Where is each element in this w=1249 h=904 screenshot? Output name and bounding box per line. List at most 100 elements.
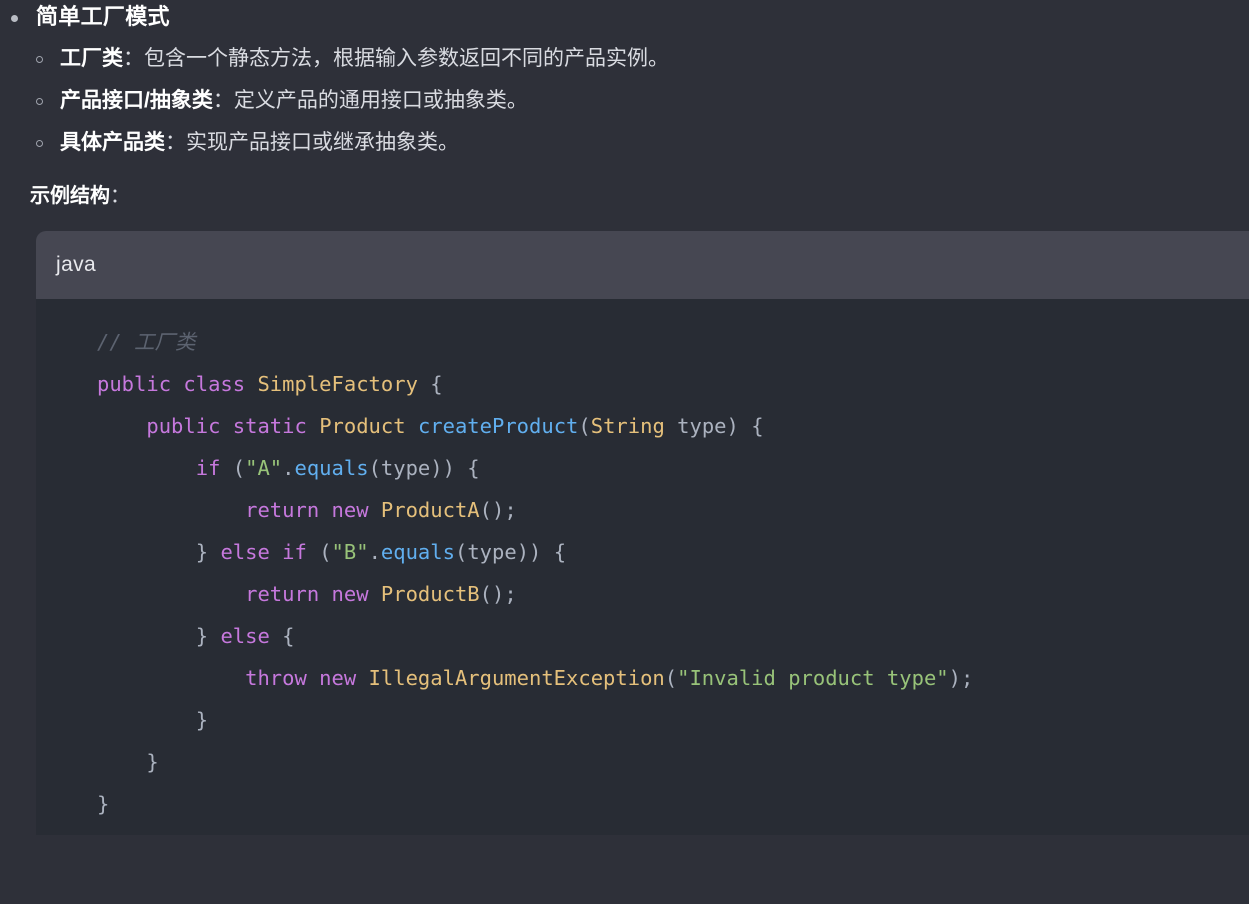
outline-level1-label: 简单工厂模式 xyxy=(36,4,170,29)
code-token-keyword: class xyxy=(183,372,246,396)
code-token-punct: } xyxy=(195,540,209,564)
code-line: public class SimpleFactory { xyxy=(97,372,443,396)
code-token-punct: (); xyxy=(479,582,517,606)
code-language-label: java xyxy=(56,253,97,276)
code-block-header: java xyxy=(36,231,1249,299)
code-token-punct: ( xyxy=(578,414,591,438)
code-line: return new ProductB(); xyxy=(97,582,517,606)
code-token-string: "Invalid product type" xyxy=(677,666,949,690)
code-token-func: createProduct xyxy=(417,414,579,438)
list-item: 具体产品类：实现产品接口或继承抽象类。 xyxy=(36,129,1249,157)
list-item-term: 产品接口/抽象类 xyxy=(60,89,213,112)
code-token-plain: type xyxy=(467,540,517,564)
code-content[interactable]: // 工厂类 public class SimpleFactory { publ… xyxy=(36,321,1249,825)
circle-bullet-icon xyxy=(36,56,43,63)
code-token-keyword: new xyxy=(331,582,369,606)
code-line: } xyxy=(97,708,208,732)
code-token-punct: ( xyxy=(454,540,468,564)
list-item: 产品接口/抽象类：定义产品的通用接口或抽象类。 xyxy=(36,87,1249,115)
code-token-class: ProductA xyxy=(380,498,480,522)
code-token-punct: } xyxy=(97,792,110,816)
list-item-description: 实现产品接口或继承抽象类。 xyxy=(186,131,459,154)
code-block-body: // 工厂类 public class SimpleFactory { publ… xyxy=(36,299,1249,835)
code-token-keyword: else xyxy=(220,540,270,564)
code-token-punct: { xyxy=(282,624,295,648)
code-token-punct: ( xyxy=(664,666,678,690)
code-token-method: equals xyxy=(380,540,455,564)
outline-level2-list: 工厂类：包含一个静态方法，根据输入参数返回不同的产品实例。 产品接口/抽象类：定… xyxy=(36,45,1249,157)
code-token-punct: ( xyxy=(319,540,332,564)
list-item-separator: ： xyxy=(212,89,234,112)
circle-bullet-icon xyxy=(36,98,43,105)
code-token-punct: ); xyxy=(948,666,974,690)
example-structure-separator: ： xyxy=(110,185,130,207)
example-structure-heading: 示例结构： xyxy=(30,183,1249,209)
code-token-punct: )) { xyxy=(430,456,480,480)
code-token-keyword: return xyxy=(245,582,320,606)
code-token-keyword: new xyxy=(319,666,357,690)
code-token-punct: ) { xyxy=(726,414,764,438)
code-token-punct: { xyxy=(430,372,443,396)
code-token-punct: . xyxy=(368,540,381,564)
code-line: } xyxy=(97,750,158,774)
code-token-type: Product xyxy=(319,414,406,438)
outline-level1-item: 简单工厂模式 工厂类：包含一个静态方法，根据输入参数返回不同的产品实例。 产品接… xyxy=(0,0,1249,157)
code-token-punct: ( xyxy=(368,456,381,480)
disc-bullet-icon xyxy=(11,15,18,22)
code-line: // 工厂类 xyxy=(97,330,196,354)
list-item-separator: ： xyxy=(123,47,144,70)
code-token-keyword: public xyxy=(146,414,221,438)
document-page: 简单工厂模式 工厂类：包含一个静态方法，根据输入参数返回不同的产品实例。 产品接… xyxy=(0,0,1249,904)
code-token-plain: type xyxy=(677,414,727,438)
code-line: return new ProductA(); xyxy=(97,498,517,522)
code-line: public static Product createProduct(Stri… xyxy=(97,414,764,438)
example-structure-label: 示例结构 xyxy=(30,185,110,207)
code-line: } else if ("B".equals(type)) { xyxy=(97,540,566,564)
list-item: 工厂类：包含一个静态方法，根据输入参数返回不同的产品实例。 xyxy=(36,45,1249,73)
code-token-punct: (); xyxy=(479,498,517,522)
code-token-class: IllegalArgumentException xyxy=(368,666,665,690)
code-token-comment: // 工厂类 xyxy=(97,330,196,354)
code-token-keyword: new xyxy=(331,498,369,522)
code-token-string: "B" xyxy=(331,540,369,564)
code-token-method: equals xyxy=(294,456,369,480)
code-token-punct: } xyxy=(195,624,209,648)
code-token-punct: ( xyxy=(232,456,246,480)
code-token-keyword: if xyxy=(195,456,221,480)
code-token-class: ProductB xyxy=(380,582,480,606)
code-token-keyword: throw xyxy=(245,666,307,690)
outline-list: 简单工厂模式 工厂类：包含一个静态方法，根据输入参数返回不同的产品实例。 产品接… xyxy=(0,0,1249,157)
code-line: } else { xyxy=(97,624,295,648)
list-item-term: 工厂类 xyxy=(60,47,123,70)
code-token-plain: type xyxy=(380,456,431,480)
list-item-description: 包含一个静态方法，根据输入参数返回不同的产品实例。 xyxy=(144,47,669,70)
list-item-separator: ： xyxy=(165,131,186,154)
code-token-keyword: public xyxy=(97,372,172,396)
